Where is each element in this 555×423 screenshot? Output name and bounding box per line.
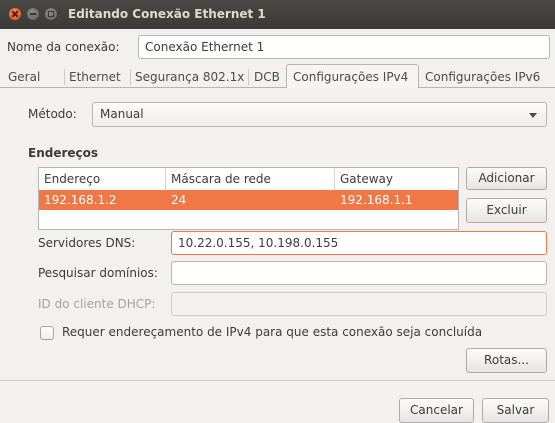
- connection-name-label: Nome da conexão:: [7, 40, 120, 54]
- window-title: Editando Conexão Ethernet 1: [68, 7, 266, 21]
- dns-label: Servidores DNS:: [38, 236, 136, 250]
- tab-security-8021x[interactable]: Segurança 802.1x: [135, 67, 244, 87]
- method-label: Método:: [28, 107, 77, 121]
- connection-name-input[interactable]: Conexão Ethernet 1: [138, 35, 550, 59]
- close-icon[interactable]: [9, 8, 21, 20]
- addresses-table[interactable]: Endereço Máscara de rede Gateway 192.168…: [38, 167, 459, 230]
- dhcp-client-id-label: ID do cliente DHCP:: [38, 297, 156, 311]
- addresses-heading: Endereços: [28, 146, 99, 160]
- tab-separator: [64, 69, 65, 85]
- save-button[interactable]: Salvar: [482, 398, 549, 423]
- column-header-gateway[interactable]: Gateway: [335, 168, 458, 190]
- tabs-divider: [0, 87, 555, 88]
- gateway-cell[interactable]: 192.168.1.1: [335, 190, 413, 210]
- dns-input[interactable]: 10.22.0.155, 10.198.0.155: [171, 231, 547, 255]
- tab-ipv6-settings[interactable]: Configurações IPv6: [425, 67, 540, 87]
- require-ipv4-label[interactable]: Requer endereçamento de IPv4 para que es…: [62, 325, 482, 339]
- chevron-down-icon: [529, 113, 537, 118]
- column-header-netmask[interactable]: Máscara de rede: [166, 168, 335, 190]
- table-row[interactable]: 192.168.1.2 24 192.168.1.1: [39, 190, 458, 210]
- footer-divider: [0, 380, 555, 381]
- cancel-button[interactable]: Cancelar: [399, 398, 474, 423]
- remove-button[interactable]: Excluir: [466, 198, 547, 223]
- search-domains-label: Pesquisar domínios:: [38, 266, 158, 280]
- column-header-address[interactable]: Endereço: [39, 168, 166, 190]
- method-value: Manual: [100, 107, 144, 121]
- tab-ethernet[interactable]: Ethernet: [69, 67, 121, 87]
- dhcp-client-id-input: [171, 292, 547, 316]
- title-bar: Editando Conexão Ethernet 1: [0, 0, 555, 29]
- address-cell[interactable]: 192.168.1.2: [39, 190, 117, 210]
- routes-button[interactable]: Rotas...: [466, 348, 547, 373]
- tab-ipv4-settings[interactable]: Configurações IPv4: [286, 64, 419, 88]
- minimize-icon[interactable]: [27, 8, 39, 20]
- add-button[interactable]: Adicionar: [466, 167, 547, 190]
- tab-geral[interactable]: Geral: [8, 67, 40, 87]
- search-domains-input[interactable]: [171, 261, 547, 285]
- maximize-icon[interactable]: [45, 8, 57, 20]
- tab-separator: [248, 69, 249, 85]
- method-select[interactable]: Manual: [92, 102, 547, 127]
- require-ipv4-checkbox[interactable]: [40, 326, 54, 340]
- tab-dcb[interactable]: DCB: [254, 67, 280, 87]
- tab-separator: [130, 69, 131, 85]
- netmask-cell[interactable]: 24: [166, 190, 186, 210]
